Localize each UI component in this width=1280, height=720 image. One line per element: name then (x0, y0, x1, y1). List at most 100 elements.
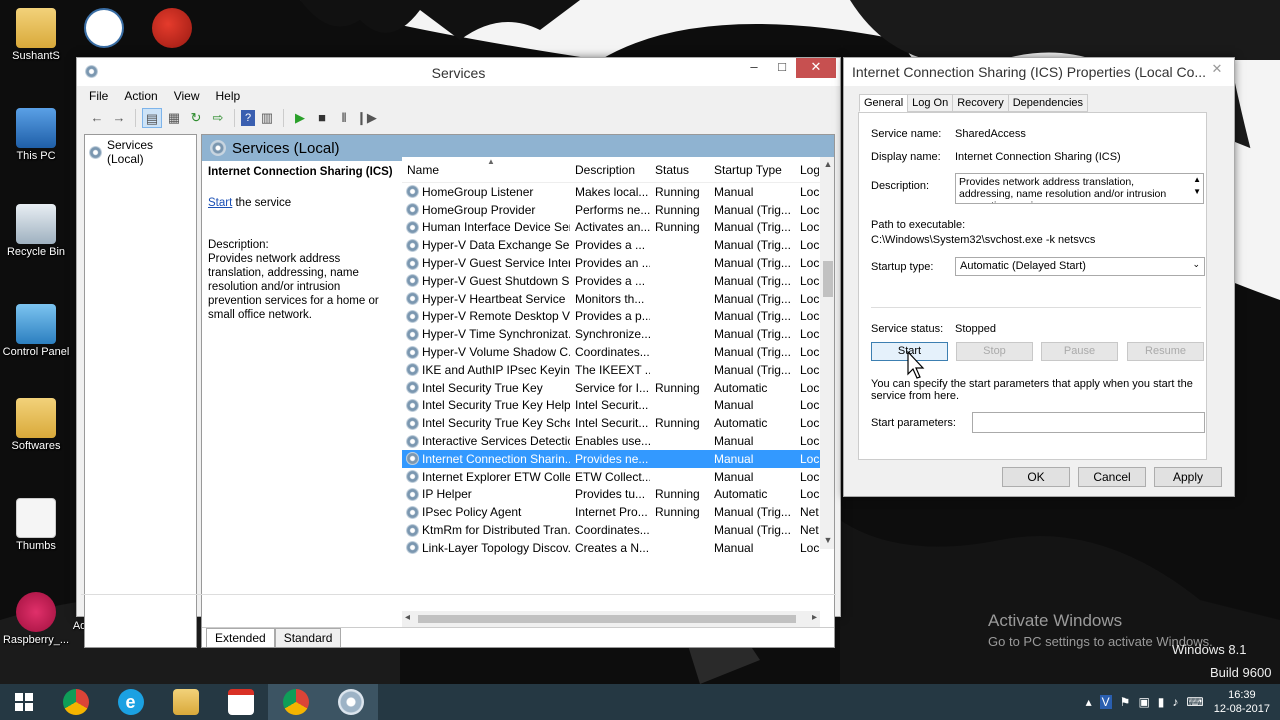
table-row[interactable]: IKE and AuthIP IPsec Keying... The IKEEXT… (402, 361, 834, 379)
tab-standard[interactable]: Standard (274, 628, 342, 647)
maximize-button[interactable]: □ (768, 58, 796, 78)
help-icon[interactable]: ? (241, 110, 255, 126)
table-row[interactable]: Hyper-V Volume Shadow C... Coordinates...… (402, 343, 834, 361)
export-icon[interactable]: ⇨ (208, 108, 228, 128)
desktop-icon-accessibility[interactable] (68, 8, 140, 50)
tab-recovery[interactable]: Recovery (952, 94, 1009, 112)
table-row[interactable]: Internet Explorer ETW Colle... ETW Collec… (402, 468, 834, 486)
stop-button[interactable]: Stop (956, 342, 1033, 361)
keyboard-icon[interactable]: ⌨ (1186, 695, 1203, 709)
desktop-icon-ladybug[interactable] (136, 8, 208, 50)
scroll-left-icon[interactable]: ◂ (405, 612, 410, 623)
table-row[interactable]: KtmRm for Distributed Tran... Coordinates… (402, 521, 834, 539)
table-row[interactable]: Intel Security True Key Help... Intel Sec… (402, 397, 834, 415)
table-row[interactable]: HomeGroup Listener Makes local... Running M… (402, 183, 834, 201)
resume-button[interactable]: Resume (1127, 342, 1204, 361)
menu-view[interactable]: View (166, 86, 208, 106)
console-tree-icon[interactable]: ▤ (142, 108, 162, 128)
show-hide-icon[interactable]: ▥ (257, 108, 277, 128)
pause-button[interactable]: Pause (1041, 342, 1118, 361)
desktop-icon-this-pc[interactable]: This PC (0, 108, 72, 163)
column-log-on-as[interactable]: Log (795, 163, 819, 177)
gear-icon (406, 470, 419, 484)
start-button[interactable] (0, 684, 48, 720)
description-textbox[interactable]: Provides network address translation, ad… (955, 173, 1204, 204)
stop-service-icon[interactable]: ■ (312, 108, 332, 128)
vertical-scrollbar[interactable]: ▲ ▼ (820, 157, 834, 549)
minimize-button[interactable]: – (740, 58, 768, 78)
clock[interactable]: 16:39 12-08-2017 (1214, 688, 1270, 716)
table-row[interactable]: Intel Security True Key Service for I... R… (402, 379, 834, 397)
scrollbar-thumb[interactable] (823, 261, 833, 297)
table-row[interactable]: IP Helper Provides tu... Running Automatic L… (402, 486, 834, 504)
desktop-icon-softwares[interactable]: Softwares (0, 398, 72, 453)
tab-general[interactable]: General (859, 94, 909, 112)
start-service-icon[interactable]: ▶ (290, 108, 310, 128)
desktop-icon-control-panel[interactable]: Control Panel (0, 304, 72, 359)
column-startup-type[interactable]: Startup Type (709, 163, 795, 177)
tab-log-on[interactable]: Log On (907, 94, 954, 112)
power-icon[interactable]: ▮ (1158, 695, 1165, 709)
forward-icon[interactable]: → (109, 108, 129, 128)
taskbar-chrome[interactable] (48, 684, 103, 720)
tab-extended[interactable]: Extended (206, 628, 275, 647)
start-params-input[interactable] (972, 412, 1205, 433)
dialog-titlebar[interactable]: Internet Connection Sharing (ICS) Proper… (844, 58, 1234, 86)
ok-button[interactable]: OK (1002, 467, 1070, 487)
desktop-icon-raspberry[interactable]: Raspberry_... (0, 592, 72, 647)
start-service-link[interactable]: Start (208, 197, 232, 209)
close-button[interactable]: ✕ (1206, 60, 1228, 80)
table-row[interactable]: Hyper-V Data Exchange Ser... Provides a .… (402, 236, 834, 254)
table-row[interactable]: Hyper-V Heartbeat Service Monitors th... M… (402, 290, 834, 308)
desktop-icon-thumbs[interactable]: Thumbs (0, 498, 72, 553)
taskbar-chrome-window[interactable] (268, 684, 323, 720)
table-row[interactable]: Hyper-V Remote Desktop Vi... Provides a p… (402, 308, 834, 326)
taskbar-file-explorer[interactable] (158, 684, 213, 720)
table-row[interactable]: HomeGroup Provider Performs ne... Running M… (402, 201, 834, 219)
show-hidden-icons-icon[interactable]: ▴ (1086, 695, 1092, 709)
properties-icon[interactable]: ▦ (164, 108, 184, 128)
tab-dependencies[interactable]: Dependencies (1007, 94, 1089, 112)
horizontal-scrollbar[interactable]: ◂ ▸ (402, 611, 820, 627)
back-icon[interactable]: ← (87, 108, 107, 128)
app-tray-icon[interactable]: V (1099, 695, 1112, 709)
desktop-icon-recycle-bin[interactable]: Recycle Bin (0, 204, 72, 259)
taskbar-gmail[interactable] (213, 684, 268, 720)
tree-item-services-local[interactable]: Services (Local) (85, 135, 196, 169)
action-center-icon[interactable]: ⚑ (1120, 695, 1131, 709)
textbox-scroll-icon[interactable]: ▲ ▼ (1193, 174, 1201, 198)
path-label: Path to executable: (871, 219, 966, 231)
scrollbar-thumb[interactable] (418, 615, 796, 623)
column-status[interactable]: Status (650, 163, 709, 177)
services-titlebar[interactable]: Services – □ ✕ (77, 58, 840, 86)
startup-type-select[interactable]: Automatic (Delayed Start) ⌄ (955, 257, 1205, 276)
scroll-down-icon[interactable]: ▼ (820, 535, 834, 545)
chrome-icon (282, 689, 309, 715)
table-row[interactable]: Intel Security True Key Sche... Intel Sec… (402, 414, 834, 432)
volume-icon[interactable]: ♪ (1172, 695, 1178, 709)
close-button[interactable]: ✕ (796, 58, 836, 78)
column-description[interactable]: Description (570, 163, 650, 177)
taskbar-services[interactable] (323, 684, 378, 720)
taskbar-internet-explorer[interactable]: e (103, 684, 158, 720)
table-row[interactable]: Human Interface Device Ser... Activates a… (402, 219, 834, 237)
desktop-icon-user[interactable]: SushantS (0, 8, 72, 63)
network-icon[interactable]: ▣ (1138, 695, 1149, 709)
menu-help[interactable]: Help (208, 86, 249, 106)
menu-file[interactable]: File (81, 86, 116, 106)
restart-service-icon[interactable]: ❙▶ (356, 108, 377, 128)
table-row[interactable]: Internet Connection Sharin... Provides ne… (402, 449, 834, 468)
pause-service-icon[interactable]: ‖ (334, 108, 354, 128)
table-row[interactable]: Hyper-V Time Synchronizat... Synchronize.… (402, 325, 834, 343)
table-row[interactable]: Hyper-V Guest Shutdown S... Provides a ..… (402, 272, 834, 290)
table-row[interactable]: IPsec Policy Agent Internet Pro... Running… (402, 503, 834, 521)
refresh-icon[interactable]: ↻ (186, 108, 206, 128)
menu-action[interactable]: Action (116, 86, 165, 106)
table-row[interactable]: Interactive Services Detection Enables us… (402, 432, 834, 450)
table-row[interactable]: Hyper-V Guest Service Inter... Provides a… (402, 254, 834, 272)
table-row[interactable]: Link-Layer Topology Discov... Creates a N… (402, 539, 834, 557)
cancel-button[interactable]: Cancel (1078, 467, 1146, 487)
scroll-right-icon[interactable]: ▸ (812, 612, 817, 623)
scroll-up-icon[interactable]: ▲ (820, 159, 834, 169)
apply-button[interactable]: Apply (1154, 467, 1222, 487)
